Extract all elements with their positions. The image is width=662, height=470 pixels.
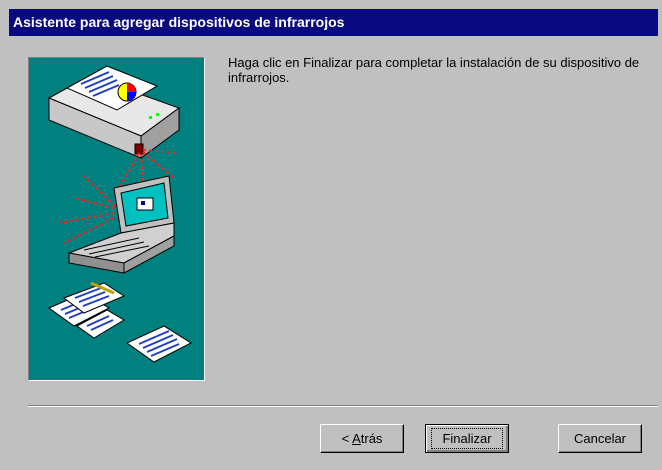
separator-highlight [28, 406, 658, 407]
cancel-label: Cancelar [573, 431, 627, 446]
back-prefix: < [341, 431, 353, 446]
finish-button[interactable]: Finalizar [425, 424, 509, 453]
finish-label: Finalizar [431, 428, 503, 449]
laptop-icon [67, 175, 175, 274]
cancel-button[interactable]: Cancelar [558, 424, 642, 453]
finish-message: Haga clic en Finalizar para completar la… [228, 55, 640, 85]
back-button[interactable]: < Atrás [320, 424, 404, 453]
wizard-illustration [28, 57, 205, 381]
back-rest: trás [360, 431, 383, 446]
printer-icon [47, 65, 181, 159]
wizard-window: Asistente para agregar dispositivos de i… [0, 0, 662, 470]
documents-icon [47, 281, 193, 363]
window-title: Asistente para agregar dispositivos de i… [9, 9, 658, 36]
back-mnemonic: A [352, 431, 361, 446]
